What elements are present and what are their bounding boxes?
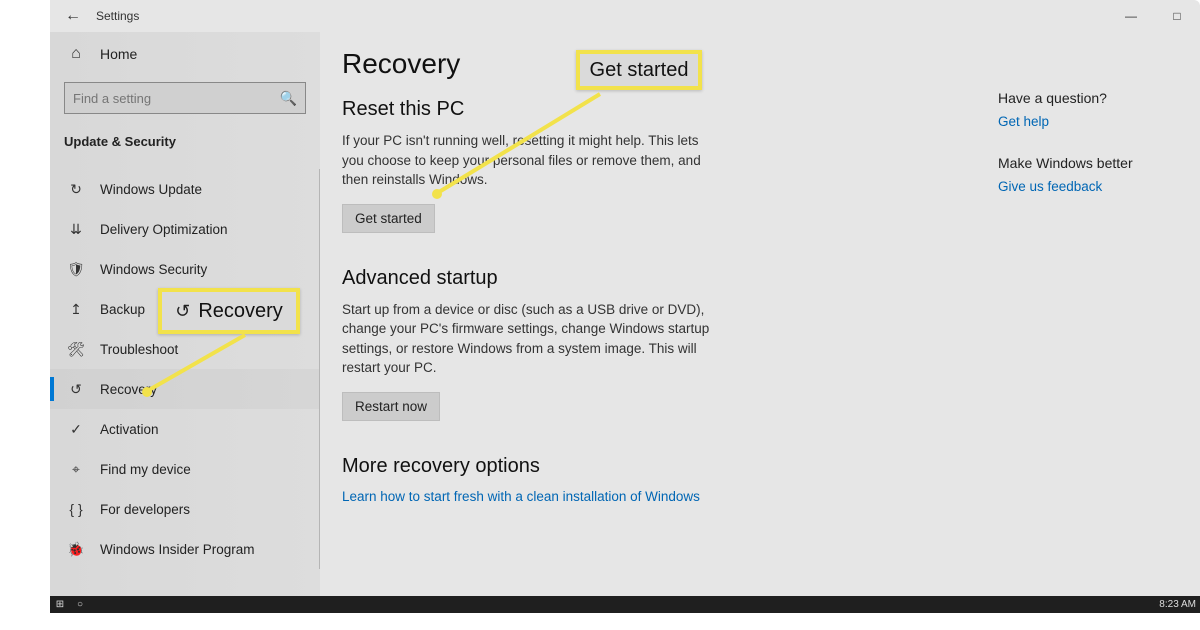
- titlebar: ← Settings — □: [50, 0, 1200, 32]
- code-icon: { }: [64, 501, 88, 517]
- sidebar-item-label: Windows Update: [100, 182, 202, 197]
- search-input[interactable]: [73, 91, 280, 106]
- sidebar-item-label: Find my device: [100, 462, 191, 477]
- sidebar-home[interactable]: ⌂ Home: [50, 32, 320, 76]
- advanced-startup-section: Advanced startup Start up from a device …: [342, 267, 1176, 421]
- sidebar-item-label: Activation: [100, 422, 159, 437]
- get-started-button[interactable]: Get started: [342, 204, 435, 233]
- wrench-icon: 🛠: [64, 341, 88, 358]
- main-pane: Recovery Reset this PC If your PC isn't …: [320, 32, 1200, 613]
- sidebar-item-delivery-optimization[interactable]: ⇊ Delivery Optimization: [50, 209, 319, 249]
- shield-icon: 🛡: [64, 261, 88, 278]
- sidebar-item-activation[interactable]: ✓ Activation: [50, 409, 319, 449]
- location-icon: ⌖: [64, 461, 88, 478]
- sidebar-item-for-developers[interactable]: { } For developers: [50, 489, 319, 529]
- sidebar-item-recovery[interactable]: ↺ Recovery: [50, 369, 319, 409]
- delivery-icon: ⇊: [64, 221, 88, 238]
- minimize-button[interactable]: —: [1108, 0, 1154, 32]
- check-circle-icon: ✓: [64, 421, 88, 438]
- sidebar-item-label: Recovery: [100, 382, 157, 397]
- get-help-link[interactable]: Get help: [998, 114, 1178, 129]
- sidebar-item-label: Backup: [100, 302, 145, 317]
- make-windows-better-heading: Make Windows better: [998, 155, 1178, 171]
- advanced-body: Start up from a device or disc (such as …: [342, 300, 722, 378]
- sidebar-item-windows-security[interactable]: 🛡 Windows Security: [50, 249, 319, 289]
- sidebar-item-troubleshoot[interactable]: 🛠 Troubleshoot: [50, 329, 319, 369]
- right-column: Have a question? Get help Make Windows b…: [998, 90, 1178, 220]
- advanced-heading: Advanced startup: [342, 267, 1176, 290]
- taskbar[interactable]: ⊞ ○ 8:23 AM: [50, 596, 1200, 613]
- search-icon: 🔍: [280, 90, 297, 107]
- sidebar-item-label: Windows Insider Program: [100, 542, 255, 557]
- sidebar-item-label: Troubleshoot: [100, 342, 178, 357]
- reset-body: If your PC isn't running well, resetting…: [342, 131, 722, 190]
- sidebar-section-label: Update & Security: [50, 124, 320, 159]
- sidebar-item-label: Delivery Optimization: [100, 222, 228, 237]
- sidebar-item-find-my-device[interactable]: ⌖ Find my device: [50, 449, 319, 489]
- sidebar-item-windows-update[interactable]: ↻ Windows Update: [50, 169, 319, 209]
- back-button[interactable]: ←: [50, 0, 96, 32]
- taskbar-time: 8:23 AM: [1159, 599, 1196, 610]
- sidebar-home-label: Home: [100, 46, 137, 62]
- learn-start-fresh-link[interactable]: Learn how to start fresh with a clean in…: [342, 489, 700, 504]
- sidebar-item-backup[interactable]: ↥ Backup: [50, 289, 319, 329]
- start-button[interactable]: ⊞: [50, 596, 70, 613]
- maximize-button[interactable]: □: [1154, 0, 1200, 32]
- have-question-heading: Have a question?: [998, 90, 1178, 106]
- bug-icon: 🐞: [64, 541, 88, 558]
- window-title: Settings: [96, 9, 139, 23]
- sidebar-item-label: Windows Security: [100, 262, 207, 277]
- more-recovery-options-section: More recovery options Learn how to start…: [342, 455, 1176, 506]
- sidebar-nav: ↻ Windows Update ⇊ Delivery Optimization…: [50, 169, 320, 569]
- search-taskbar-icon[interactable]: ○: [70, 596, 90, 613]
- more-heading: More recovery options: [342, 455, 1176, 478]
- restart-now-button[interactable]: Restart now: [342, 392, 440, 421]
- backup-icon: ↥: [64, 301, 88, 318]
- page-title: Recovery: [342, 48, 1176, 80]
- search-input-wrap[interactable]: 🔍: [64, 82, 306, 114]
- sidebar-item-label: For developers: [100, 502, 190, 517]
- history-icon: ↺: [64, 381, 88, 398]
- settings-window: ← Settings — □ ⌂ Home 🔍 Update & Securit…: [50, 0, 1200, 613]
- give-feedback-link[interactable]: Give us feedback: [998, 179, 1178, 194]
- sync-icon: ↻: [64, 181, 88, 198]
- sidebar: ⌂ Home 🔍 Update & Security ↻ Windows Upd…: [50, 32, 320, 613]
- sidebar-item-windows-insider[interactable]: 🐞 Windows Insider Program: [50, 529, 319, 569]
- home-icon: ⌂: [64, 45, 88, 63]
